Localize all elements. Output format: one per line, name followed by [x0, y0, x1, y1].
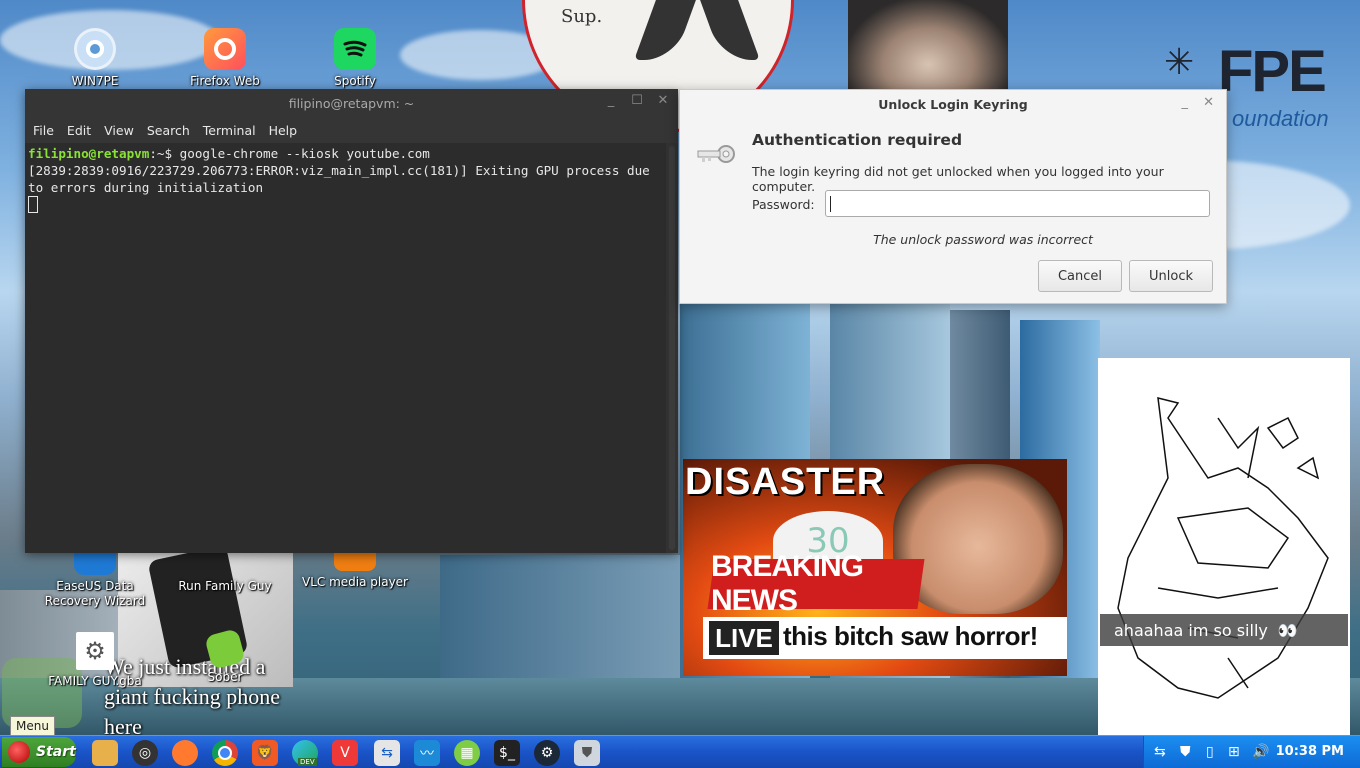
minimize-icon[interactable]: _ — [604, 94, 618, 108]
clock[interactable]: 10:38 PM — [1276, 744, 1344, 759]
remote-desktop-icon[interactable]: ⇆ — [1154, 744, 1166, 760]
desktop-icon-label: Sober — [207, 670, 243, 684]
volume-icon[interactable]: 🔊 — [1252, 744, 1269, 760]
menu-tooltip: Menu — [10, 716, 55, 736]
desktop-icon-label: VLC media player — [301, 575, 408, 589]
edge-dev-badge: DEV — [298, 758, 317, 766]
sober-icon — [204, 628, 246, 670]
fpe-logo-subtext: oundation — [1232, 106, 1329, 131]
fpe-star-icon: ✳ — [1164, 42, 1195, 83]
steam-icon[interactable]: ⚙ — [534, 740, 560, 766]
scrollbar-thumb[interactable] — [669, 146, 675, 550]
error-output: [2839:2839:0916/223729.206773:ERROR:viz_… — [28, 163, 658, 195]
emoji-icon: 👀 — [1277, 620, 1298, 640]
shield-tray-icon[interactable]: ⛊ — [1180, 744, 1191, 760]
password-label: Password: — [752, 197, 815, 212]
sticker-ear — [700, 0, 760, 60]
taskbar: Start ◎ 🦁 DEV V ⇆ 〰 ▦ $_ ⚙ ⛊ ⇆ ⛊ ▯ ⊞ 🔊 1… — [0, 735, 1360, 768]
disc-icon — [74, 28, 116, 70]
sketch-drawing — [1098, 358, 1350, 736]
disaster-title: DISASTER — [685, 461, 886, 503]
firefox-icon[interactable] — [172, 740, 198, 766]
files-icon[interactable] — [92, 740, 118, 766]
terminal-window[interactable]: filipino@retapvm: ~ _ ☐ ✕ File Edit View… — [25, 89, 678, 553]
desktop-icon-label: FAMILY GUY.gba — [48, 674, 142, 688]
dialog-heading: Authentication required — [752, 131, 963, 149]
remote-icon[interactable]: ⇆ — [374, 740, 400, 766]
close-icon[interactable]: ✕ — [1203, 95, 1214, 110]
desktop-icon-family-guy-gba[interactable]: ⚙ FAMILY GUY.gba — [40, 632, 150, 689]
prompt-command: :~$ google-chrome --kiosk youtube.com — [149, 146, 430, 161]
sticker-ear — [634, 0, 696, 60]
network-icon[interactable]: ⊞ — [1228, 744, 1240, 760]
menu-terminal[interactable]: Terminal — [203, 123, 256, 138]
cancel-button[interactable]: Cancel — [1038, 260, 1122, 292]
text-caret — [830, 196, 831, 212]
maximize-icon[interactable]: ☐ — [630, 94, 644, 108]
terminal-icon[interactable]: $_ — [494, 740, 520, 766]
desktop-icon-label: Firefox Web — [190, 74, 260, 88]
ticker-text: this bitch saw horror! — [783, 621, 1038, 651]
menu-view[interactable]: View — [104, 123, 134, 138]
sketch-caption-text: ahaahaa im so silly — [1114, 620, 1268, 640]
desktop-icon-spotify[interactable]: Spotify — [300, 28, 410, 89]
sketch-caption: ahaahaa im so silly 👀 — [1100, 614, 1348, 646]
sketch-lines — [1117, 397, 1329, 699]
start-label: Start — [36, 744, 76, 760]
minimize-icon[interactable]: _ — [1182, 95, 1189, 110]
password-field[interactable] — [825, 190, 1210, 217]
portrait-photo — [848, 0, 1008, 92]
monitor-icon[interactable]: 〰 — [414, 740, 440, 766]
error-message: The unlock password was incorrect — [873, 232, 1093, 247]
terminal-cursor — [28, 196, 38, 213]
edge-dev-icon[interactable]: DEV — [292, 740, 318, 766]
live-badge: LIVE — [709, 621, 779, 655]
terminal-menubar: File Edit View Search Terminal Help — [25, 117, 678, 143]
terminal-output[interactable]: filipino@retapvm:~$ google-chrome --kios… — [25, 143, 666, 553]
clipboard-icon[interactable]: ▯ — [1206, 744, 1214, 760]
menu-search[interactable]: Search — [147, 123, 190, 138]
menu-edit[interactable]: Edit — [67, 123, 91, 138]
desktop-icon-label: EaseUS Data Recovery Wizard — [44, 579, 146, 608]
shield-icon[interactable]: ⛊ — [574, 740, 600, 766]
fpe-logo-text: FPE — [1218, 39, 1327, 104]
breaking-news-banner: BREAKING NEWS — [707, 550, 925, 617]
sticker-text: Sup. — [561, 6, 603, 27]
vivaldi-icon[interactable]: V — [332, 740, 358, 766]
gear-file-icon: ⚙ — [76, 632, 114, 670]
desktop-icon-sober[interactable]: Sober — [170, 628, 280, 685]
breaking-news-text: BREAKING NEWS — [711, 550, 864, 617]
key-icon — [696, 140, 736, 172]
dialog-titlebar[interactable]: Unlock Login Keyring _ ✕ — [680, 90, 1226, 119]
menu-file[interactable]: File — [33, 123, 54, 138]
menu-help[interactable]: Help — [269, 123, 298, 138]
dialog-title: Unlock Login Keyring — [878, 97, 1028, 112]
desktop-icon-label: Spotify — [334, 74, 376, 88]
terminal-scrollbar[interactable] — [666, 143, 678, 553]
desktop-icon-firefox[interactable]: Firefox Web — [170, 28, 280, 89]
desktop-icon-label: WIN7PE — [71, 74, 119, 88]
spotify-icon — [334, 28, 376, 70]
desktop-icon-label: Run Family Guy — [178, 579, 272, 593]
calculator-icon[interactable]: ▦ — [454, 740, 480, 766]
chrome-icon[interactable] — [212, 740, 238, 766]
terminal-title: filipino@retapvm: ~ — [288, 96, 415, 111]
start-button[interactable]: Start — [2, 737, 76, 767]
close-icon[interactable]: ✕ — [656, 94, 670, 108]
unlock-button[interactable]: Unlock — [1129, 260, 1213, 292]
firefox-icon — [204, 28, 246, 70]
desktop-icon-easeus[interactable]: EaseUS Data Recovery Wizard — [40, 545, 150, 609]
prompt-user: filipino@retapvm — [28, 146, 150, 161]
start-logo-icon — [8, 741, 30, 763]
terminal-titlebar[interactable]: filipino@retapvm: ~ _ ☐ ✕ — [25, 89, 678, 117]
breaking-news-meme: 30 DISASTER BREAKING NEWS LIVE this bitc… — [683, 459, 1067, 676]
obs-icon[interactable]: ◎ — [132, 740, 158, 766]
unlock-keyring-dialog[interactable]: Unlock Login Keyring _ ✕ Authentication … — [679, 89, 1227, 304]
system-tray: ⇆ ⛊ ▯ ⊞ 🔊 10:38 PM — [1143, 736, 1360, 768]
brave-icon[interactable]: 🦁 — [252, 740, 278, 766]
window-controls: _ ☐ ✕ — [604, 94, 670, 108]
desktop-icon-win7pe[interactable]: WIN7PE — [40, 28, 150, 89]
